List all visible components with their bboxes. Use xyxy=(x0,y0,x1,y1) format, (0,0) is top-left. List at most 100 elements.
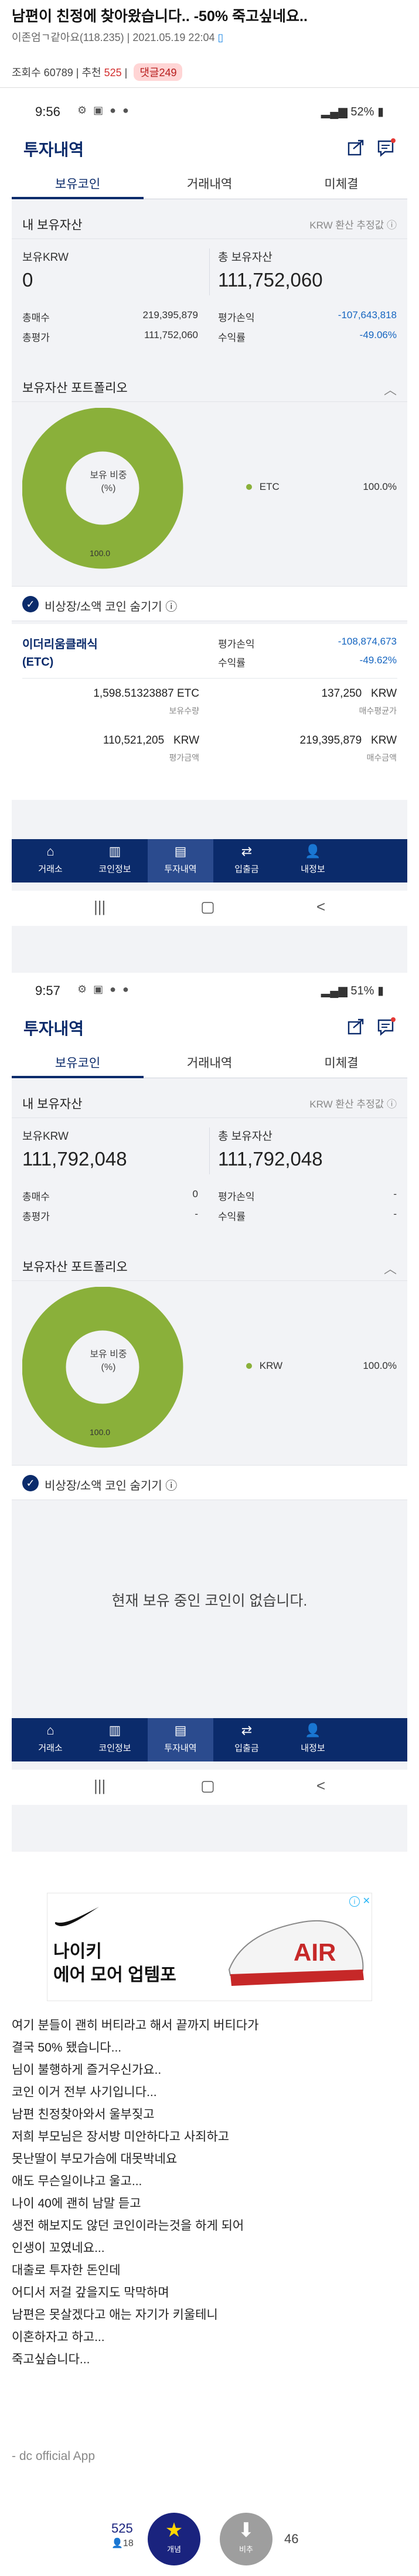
message-icon[interactable] xyxy=(376,1016,397,1037)
nav-invest[interactable]: ▤ 투자내역 xyxy=(148,839,213,882)
portfolio-header[interactable]: 보유자산 포트폴리오 ︿ xyxy=(12,1248,407,1281)
star-icon: ★ xyxy=(165,2519,183,2541)
tab-history[interactable]: 거래내역 xyxy=(144,175,275,192)
tab-holdings[interactable]: 보유코인 xyxy=(12,1054,144,1071)
recent-apps-icon[interactable]: ||| xyxy=(94,898,105,916)
check-icon[interactable]: ✓ xyxy=(22,596,39,612)
chevron-up-icon[interactable]: ︿ xyxy=(384,380,397,398)
hide-small-coins-row[interactable]: ✓ 비상장/소액 코인 숨기기 ⓘ xyxy=(12,1465,407,1500)
share-icon[interactable] xyxy=(345,137,366,158)
nav-coin-info[interactable]: ▥ 코인정보 xyxy=(82,1723,148,1754)
coin-buy: 219,395,879 KRW xyxy=(300,734,397,747)
invest-icon: ▤ xyxy=(174,1723,187,1737)
krw-hint[interactable]: KRW 환산 추정값 ⓘ xyxy=(309,217,397,231)
nav-coin-info[interactable]: ▥ 코인정보 xyxy=(82,844,148,875)
back-icon[interactable]: < xyxy=(316,1777,325,1795)
krw-hint[interactable]: KRW 환산 추정값 ⓘ xyxy=(309,1096,397,1110)
home-button-icon[interactable]: ▢ xyxy=(200,1777,215,1795)
signal-icon: ▂▄▆ xyxy=(321,984,351,997)
total-holding: 총 보유자산 111,752,060 xyxy=(218,248,323,291)
tab-holdings[interactable]: 보유코인 xyxy=(12,175,144,192)
holdings-summary: 보유KRW 111,792,048 총 보유자산 111,792,048 총매수… xyxy=(12,1119,407,1248)
body-line: 애도 무슨일이냐고 울고... xyxy=(12,2175,142,2188)
meta-separator: | xyxy=(127,32,133,43)
post-stats: 조회수 60789 | 추천 525 | 댓글249 xyxy=(12,63,183,81)
home-icon: ⌂ xyxy=(46,844,54,858)
arrow-down-icon: ⬇ xyxy=(237,2519,255,2541)
legend-dot xyxy=(246,484,252,490)
legend-item: ETC xyxy=(246,481,280,493)
krw-label: 보유KRW xyxy=(22,1130,69,1143)
body-line: 남편 친정찾아와서 울부짖고 xyxy=(12,2108,155,2121)
post-body: 여기 분들이 괜히 버티라고 해서 끝까지 버티다가 결국 50% 됐습니다...… xyxy=(12,2016,407,2372)
nav-exchange[interactable]: ⌂ 거래소 xyxy=(18,844,83,875)
tab-pending[interactable]: 미체결 xyxy=(275,1054,407,1071)
body-line: 죽고싶습니다... xyxy=(12,2353,90,2366)
user-icon: 👤 xyxy=(111,2538,123,2548)
nav-exchange[interactable]: ⌂ 거래소 xyxy=(18,1723,83,1754)
krw-label: 보유KRW xyxy=(22,251,69,264)
upvote-button[interactable]: ★ 개념 xyxy=(148,2513,200,2565)
eval-total-row: 총평가 - xyxy=(22,1208,198,1223)
total-value: 111,752,060 xyxy=(218,269,323,291)
my-assets-label: 내 보유자산 xyxy=(22,1098,83,1111)
eval-total-value: - xyxy=(195,1208,198,1219)
home-button-icon[interactable]: ▢ xyxy=(200,898,215,916)
nav-my-info[interactable]: 👤 내정보 xyxy=(280,1723,346,1754)
advertisement[interactable]: 나이키 에어 모어 업템포 i ✕ AIR xyxy=(47,1893,372,2001)
rate-value: -49.06% xyxy=(359,329,397,340)
legend-value: 100.0% xyxy=(363,1360,397,1371)
check-icon[interactable]: ✓ xyxy=(22,1475,39,1491)
nav-my-info[interactable]: 👤 내정보 xyxy=(280,844,346,875)
body-line: 인생이 꼬였네요... xyxy=(12,2241,105,2255)
ad-title: 나이키 에어 모어 업템포 xyxy=(53,1940,176,1987)
transfer-icon: ⇄ xyxy=(241,844,253,858)
system-nav: ||| ▢ < xyxy=(12,1770,407,1805)
notification-icons: ⚙ ▣ ● ● xyxy=(77,983,131,995)
message-icon[interactable] xyxy=(376,137,397,158)
view-count: 조회수 60789 xyxy=(12,67,73,79)
coin-card-etc[interactable]: 이더리움클래식 (ETC) 평가손익 -108,874,673 수익률 -49.… xyxy=(12,624,407,800)
recommend-label: 추천 xyxy=(81,67,101,79)
comment-count-badge[interactable]: 댓글249 xyxy=(134,63,183,81)
sneaker-air-lettering: AIR xyxy=(294,1938,336,1966)
tab-pending[interactable]: 미체결 xyxy=(275,175,407,192)
krw-value: 0 xyxy=(22,269,33,291)
hide-small-coins-row[interactable]: ✓ 비상장/소액 코인 숨기기 ⓘ xyxy=(12,586,407,621)
back-icon[interactable]: < xyxy=(316,898,325,916)
eval-total-value: 111,752,060 xyxy=(144,329,198,340)
upvote-fixed-count: 👤18 xyxy=(111,2537,134,2549)
rate-row: 수익률 - xyxy=(218,1208,397,1223)
nav-transfer[interactable]: ⇄ 입출금 xyxy=(214,1723,280,1754)
chevron-up-icon[interactable]: ︿ xyxy=(384,1259,397,1277)
dc-app-signature: - dc official App xyxy=(12,2449,96,2463)
my-assets-label: 내 보유자산 xyxy=(22,219,83,232)
hide-small-coins-label: 비상장/소액 코인 숨기기 ⓘ xyxy=(45,601,178,614)
share-icon[interactable] xyxy=(345,1016,366,1037)
coin-rate-label: 수익률 xyxy=(218,657,246,669)
buy-total-label: 총매수 xyxy=(22,312,50,323)
body-line: 님이 불행하게 즐거우신가요.. xyxy=(12,2063,162,2077)
body-line: 결국 50% 됐습니다... xyxy=(12,2041,122,2054)
recent-apps-icon[interactable]: ||| xyxy=(94,1777,105,1795)
donut-center-label: 보유 비중 (%) xyxy=(90,1350,127,1372)
nav-invest[interactable]: ▤ 투자내역 xyxy=(148,1718,213,1761)
buy-total-row: 총매수 219,395,879 xyxy=(22,309,198,324)
nav-label: 입출금 xyxy=(234,864,259,874)
legend-value: 100.0% xyxy=(363,481,397,492)
status-right: ▂▄▆ 52% ▮ xyxy=(321,104,384,119)
coin-avg: 137,250 KRW xyxy=(321,687,397,700)
krw-value: 111,792,048 xyxy=(22,1148,127,1170)
nav-transfer[interactable]: ⇄ 입출금 xyxy=(214,844,280,875)
donut-slice-label: 100.0 xyxy=(90,548,111,558)
coin-avg-value: 137,250 xyxy=(321,687,362,700)
eval-total-label: 총평가 xyxy=(22,1211,50,1222)
phone-icon: ▯ xyxy=(217,32,224,43)
krw-holding: 보유KRW 111,792,048 xyxy=(22,1127,127,1170)
portfolio-header[interactable]: 보유자산 포트폴리오 ︿ xyxy=(12,369,407,402)
tab-bar: 보유코인 거래내역 미체결 xyxy=(12,1045,407,1078)
downvote-button[interactable]: ⬇ 비추 xyxy=(220,2513,272,2565)
post-author[interactable]: 이존엄ㄱ같아요(118.235) xyxy=(12,32,124,43)
buy-total-value: 219,395,879 xyxy=(142,309,198,321)
tab-history[interactable]: 거래내역 xyxy=(144,1054,275,1071)
